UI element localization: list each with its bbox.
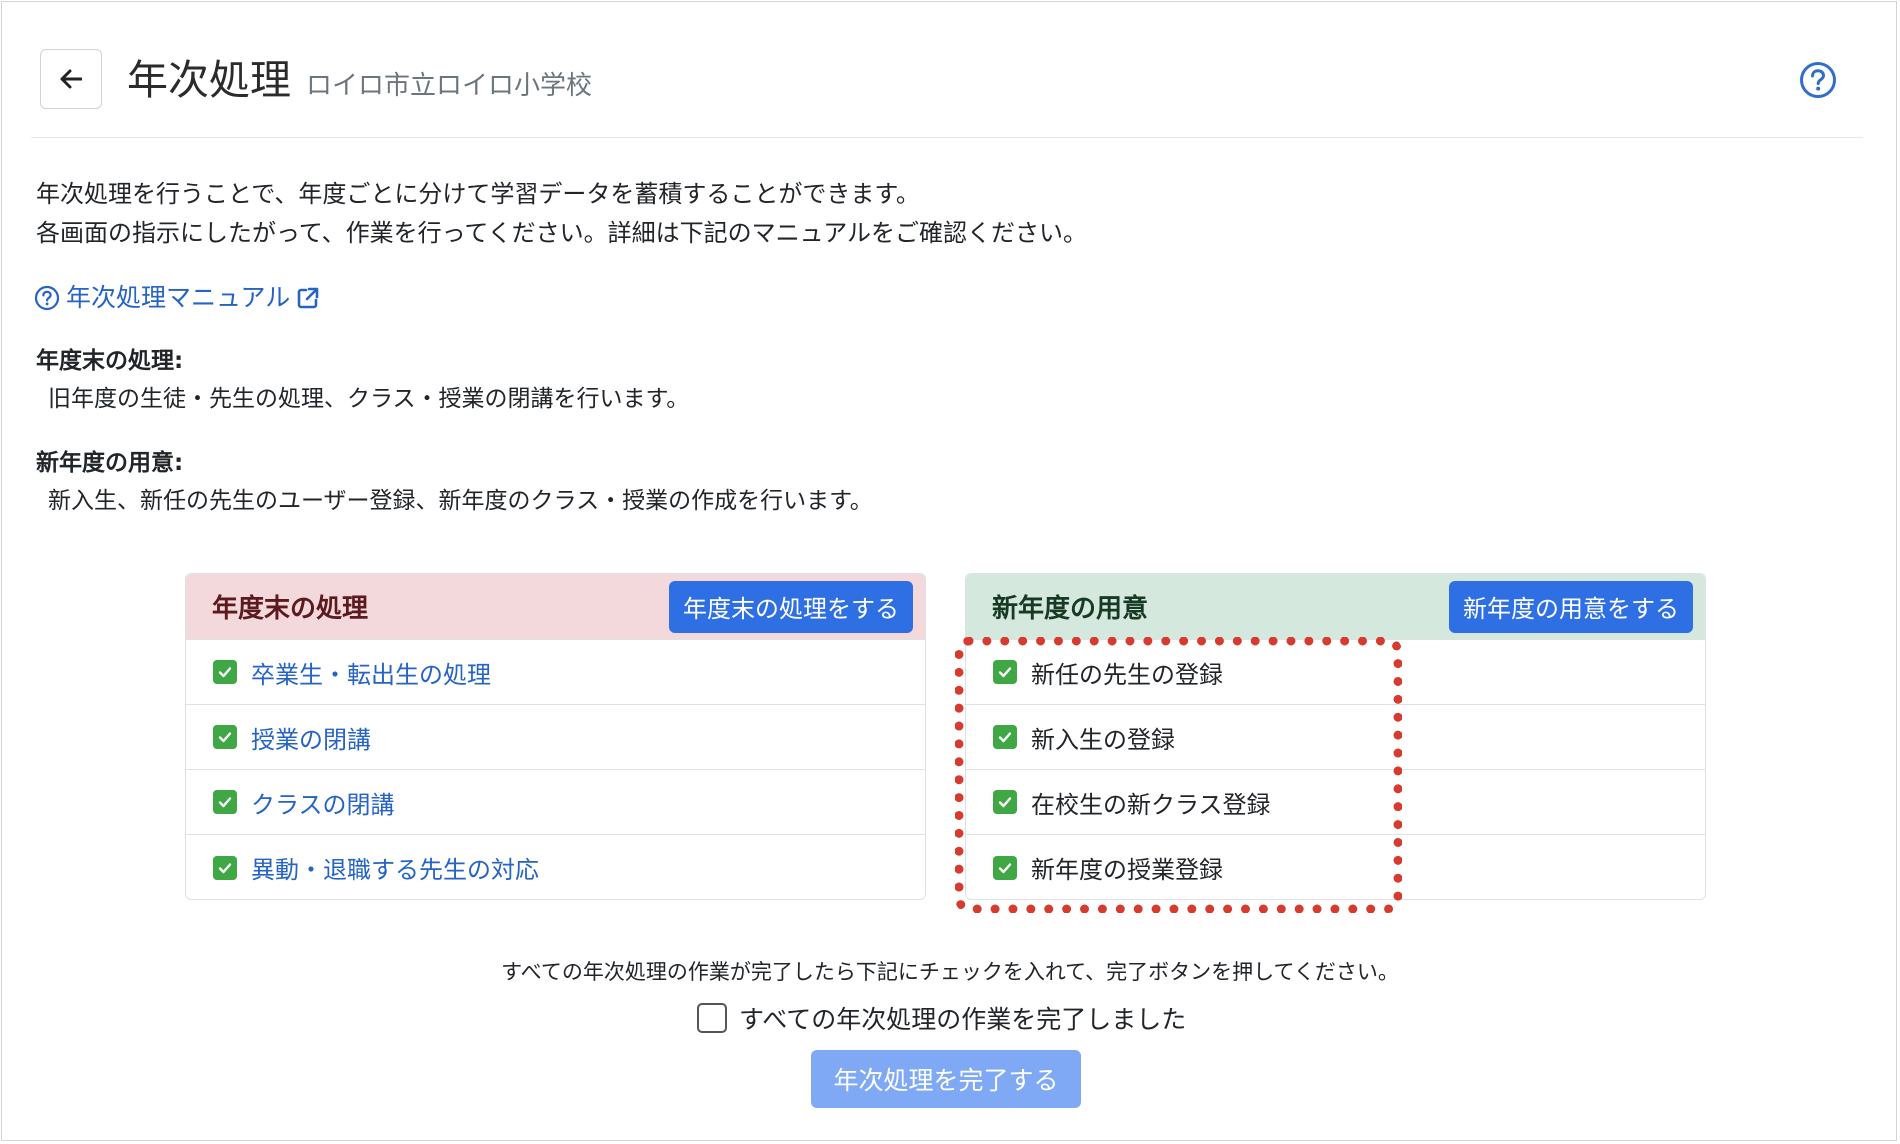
list-item: 新年度の授業登録 — [966, 835, 1705, 899]
new-year-card-title: 新年度の用意 — [992, 594, 1149, 624]
new-year-prepare-button[interactable]: 新年度の用意をする — [1449, 580, 1693, 633]
list-item-label[interactable]: 卒業生・転出生の処理 — [251, 655, 491, 690]
list-item[interactable]: 異動・退職する先生の対応 — [186, 835, 925, 899]
check-mark-icon — [213, 725, 237, 749]
new-section-description: 新入生、新任の先生のユーザー登録、新年度のクラス・授業の作成を行います。 — [48, 488, 873, 514]
completion-checkbox[interactable] — [697, 1003, 727, 1033]
list-item: 在校生の新クラス登録 — [966, 770, 1705, 835]
list-item: 新任の先生の登録 — [966, 640, 1705, 705]
completion-instruction: すべての年次処理の作業が完了したら下記にチェックを入れて、完了ボタンを押してくだ… — [501, 960, 1399, 984]
end-section-description: 旧年度の生徒・先生の処理、クラス・授業の閉講を行います。 — [48, 386, 690, 412]
end-of-year-card: 年度末の処理 年度末の処理をする 卒業生・転出生の処理 授業の閉講 クラスの閉講… — [185, 573, 926, 900]
check-mark-icon — [993, 725, 1017, 749]
arrow-left-icon — [60, 69, 82, 89]
help-button[interactable] — [1799, 61, 1837, 99]
list-item[interactable]: 卒業生・転出生の処理 — [186, 640, 925, 705]
list-item-label[interactable]: 異動・退職する先生の対応 — [251, 850, 539, 885]
list-item-label[interactable]: 授業の閉講 — [251, 720, 371, 755]
intro-line-2: 各画面の指示にしたがって、作業を行ってください。詳細は下記のマニュアルをご確認く… — [36, 219, 1087, 247]
end-of-year-process-button[interactable]: 年度末の処理をする — [669, 580, 913, 633]
new-year-card: 新年度の用意 新年度の用意をする 新任の先生の登録 新入生の登録 在校生の新クラ… — [965, 573, 1706, 900]
list-item-label: 在校生の新クラス登録 — [1031, 790, 1271, 819]
list-item[interactable]: 授業の閉講 — [186, 705, 925, 770]
check-mark-icon — [213, 855, 237, 880]
back-button[interactable] — [40, 49, 102, 109]
list-item-label: 新年度の授業登録 — [1031, 856, 1223, 884]
list-item-label: 新入生の登録 — [1031, 725, 1175, 754]
complete-annual-process-button[interactable]: 年次処理を完了する — [811, 1050, 1081, 1108]
intro-line-1: 年次処理を行うことで、年度ごとに分けて学習データを蓄積することができます。 — [36, 180, 920, 208]
end-section-heading: 年度末の処理: — [36, 348, 184, 374]
end-of-year-card-header: 年度末の処理 年度末の処理をする — [186, 574, 925, 640]
check-mark-icon — [213, 660, 237, 684]
completion-checkbox-label[interactable]: すべての年次処理の作業を完了しました — [739, 1000, 1186, 1036]
list-item: 新入生の登録 — [966, 705, 1705, 770]
list-item[interactable]: クラスの閉講 — [186, 770, 925, 835]
check-mark-icon — [993, 660, 1017, 684]
manual-link-label[interactable]: 年次処理マニュアル — [66, 282, 290, 314]
school-name: ロイロ市立ロイロ小学校 — [306, 71, 593, 101]
question-circle-icon — [34, 285, 60, 311]
check-mark-icon — [993, 855, 1017, 880]
check-mark-icon — [993, 790, 1017, 814]
question-circle-icon — [1800, 62, 1836, 98]
new-year-card-header: 新年度の用意 新年度の用意をする — [966, 574, 1705, 640]
new-section-heading: 新年度の用意: — [36, 450, 184, 476]
list-item-label[interactable]: クラスの閉講 — [251, 785, 395, 820]
end-of-year-card-title: 年度末の処理 — [212, 594, 369, 624]
list-item-label: 新任の先生の登録 — [1031, 660, 1223, 689]
page-title: 年次処理 — [127, 56, 291, 104]
external-link-icon — [297, 287, 319, 309]
check-mark-icon — [213, 790, 237, 814]
header-divider — [31, 137, 1863, 138]
completion-confirm[interactable]: すべての年次処理の作業を完了しました — [697, 1000, 1186, 1036]
manual-link[interactable]: 年次処理マニュアル — [34, 282, 320, 314]
